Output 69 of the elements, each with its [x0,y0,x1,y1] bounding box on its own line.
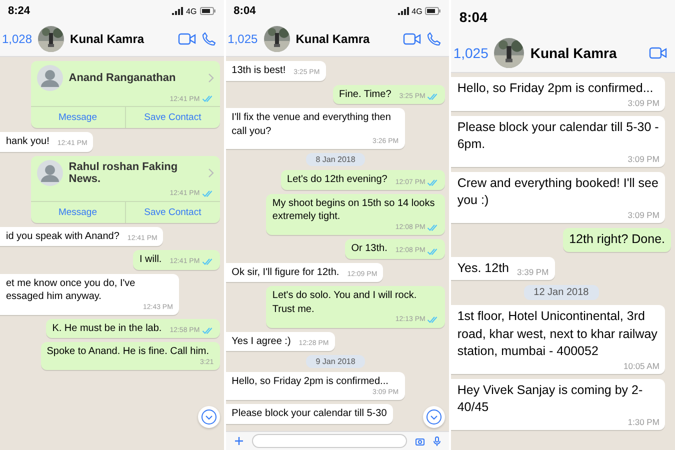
plus-icon[interactable] [234,436,244,446]
message-text: 12th right? Done. [569,231,666,248]
message-text: et me know once you do, I've essaged him anyway. [6,276,136,304]
back-button[interactable]: 1,028 [2,32,32,46]
message-time: 10:05 AM [624,360,660,371]
back-button[interactable]: 1,025 [453,45,488,61]
contact-name: Kunal Kamra [70,32,146,46]
message-text: K. He must be in the lab. [52,322,162,336]
phone-icon[interactable] [427,32,442,46]
message-text: My shoot begins on 15th so 14 looks extremely tight. [272,196,436,224]
contact-action-button[interactable]: Save Contact [126,202,220,222]
contact-name: Kunal Kamra [530,45,618,61]
message-text: id you speak with Anand? [6,230,120,243]
message-text: I'll fix the venue and everything then call you? [232,111,392,138]
message-text: Please block your calendar till 5-30 - 6pm. [457,118,660,154]
message-text: Please block your calendar till 5-30 [232,407,387,421]
video-call-icon[interactable] [178,33,196,45]
message-text: Yes. 12th [457,260,510,277]
scroll-down-button[interactable] [198,406,220,428]
contact-name: Kunal Kamra [296,32,371,46]
contact-action-button[interactable]: Message [30,202,126,222]
message-text: Let's do 12th evening? [287,173,388,187]
status-time: 8:24 [8,5,30,17]
message-text: Yes I agree :) [232,334,291,348]
chevron-icon [208,73,214,83]
date-label: 12 Jan 2018 [524,285,599,300]
contact-name: Anand Ranganathan [68,72,177,84]
contact-name: Rahul roshan Faking News. [68,160,179,184]
camera-icon[interactable] [415,436,426,446]
message-text: Let's do solo. You and I will rock. Trust me. [272,289,418,316]
message-text: Hey Vivek Sanjay is coming by 2-40/45 [457,382,644,416]
back-button[interactable]: 1,025 [228,32,258,46]
status-time: 8:04 [459,9,488,25]
network-label: 4G [186,6,197,16]
message-time: 1:30 PM [628,416,660,427]
message-text: Ok sir, I'll figure for 12th. [232,266,340,280]
microphone-icon[interactable] [433,436,442,446]
message-time: 3:39 PM [517,266,549,278]
contact-action-button[interactable]: Message [30,107,126,128]
chevron-icon [208,168,214,178]
message-text: 1st floor, Hotel Unicontinental, 3rd road, khar west, next to khar railway station, mumbai - 400052 [457,308,658,360]
message-time: 3:09 PM [628,154,660,164]
message-text: Fine. Time? [339,88,392,101]
message-text: hank you! [6,135,50,148]
video-call-icon[interactable] [649,47,668,59]
contact-action-button[interactable]: Save Contact [126,107,220,128]
video-call-icon[interactable] [403,33,422,45]
message-text: 13th is best! [232,64,286,78]
battery-icon [200,7,216,15]
network-label: 4G [412,6,422,16]
phone-icon[interactable] [202,32,216,46]
contact-avatar-icon [36,160,63,186]
signal-icon [172,7,183,15]
date-label: 8 Jan 2018 [306,153,366,166]
message-text: Crew and everything booked! I'll see you :) [457,174,660,210]
date-label: 9 Jan 2018 [306,355,366,368]
signal-icon [398,7,409,15]
message-text: I will. [139,253,162,266]
message-time: 3:09 PM [628,98,660,108]
contact-avatar-icon [36,65,63,91]
message-text: Hello, so Friday 2pm is confirmed... [232,375,388,389]
message-input[interactable] [252,434,408,448]
message-text: Hello, so Friday 2pm is confirmed... [457,80,654,97]
message-text: Spoke to Anand. He is fine. Call him. [46,345,210,359]
message-time: 3:09 PM [628,210,660,220]
message-text: Or 13th. [351,242,388,256]
scroll-down-button[interactable] [423,406,446,428]
battery-icon [425,7,442,15]
status-time: 8:04 [234,5,256,17]
